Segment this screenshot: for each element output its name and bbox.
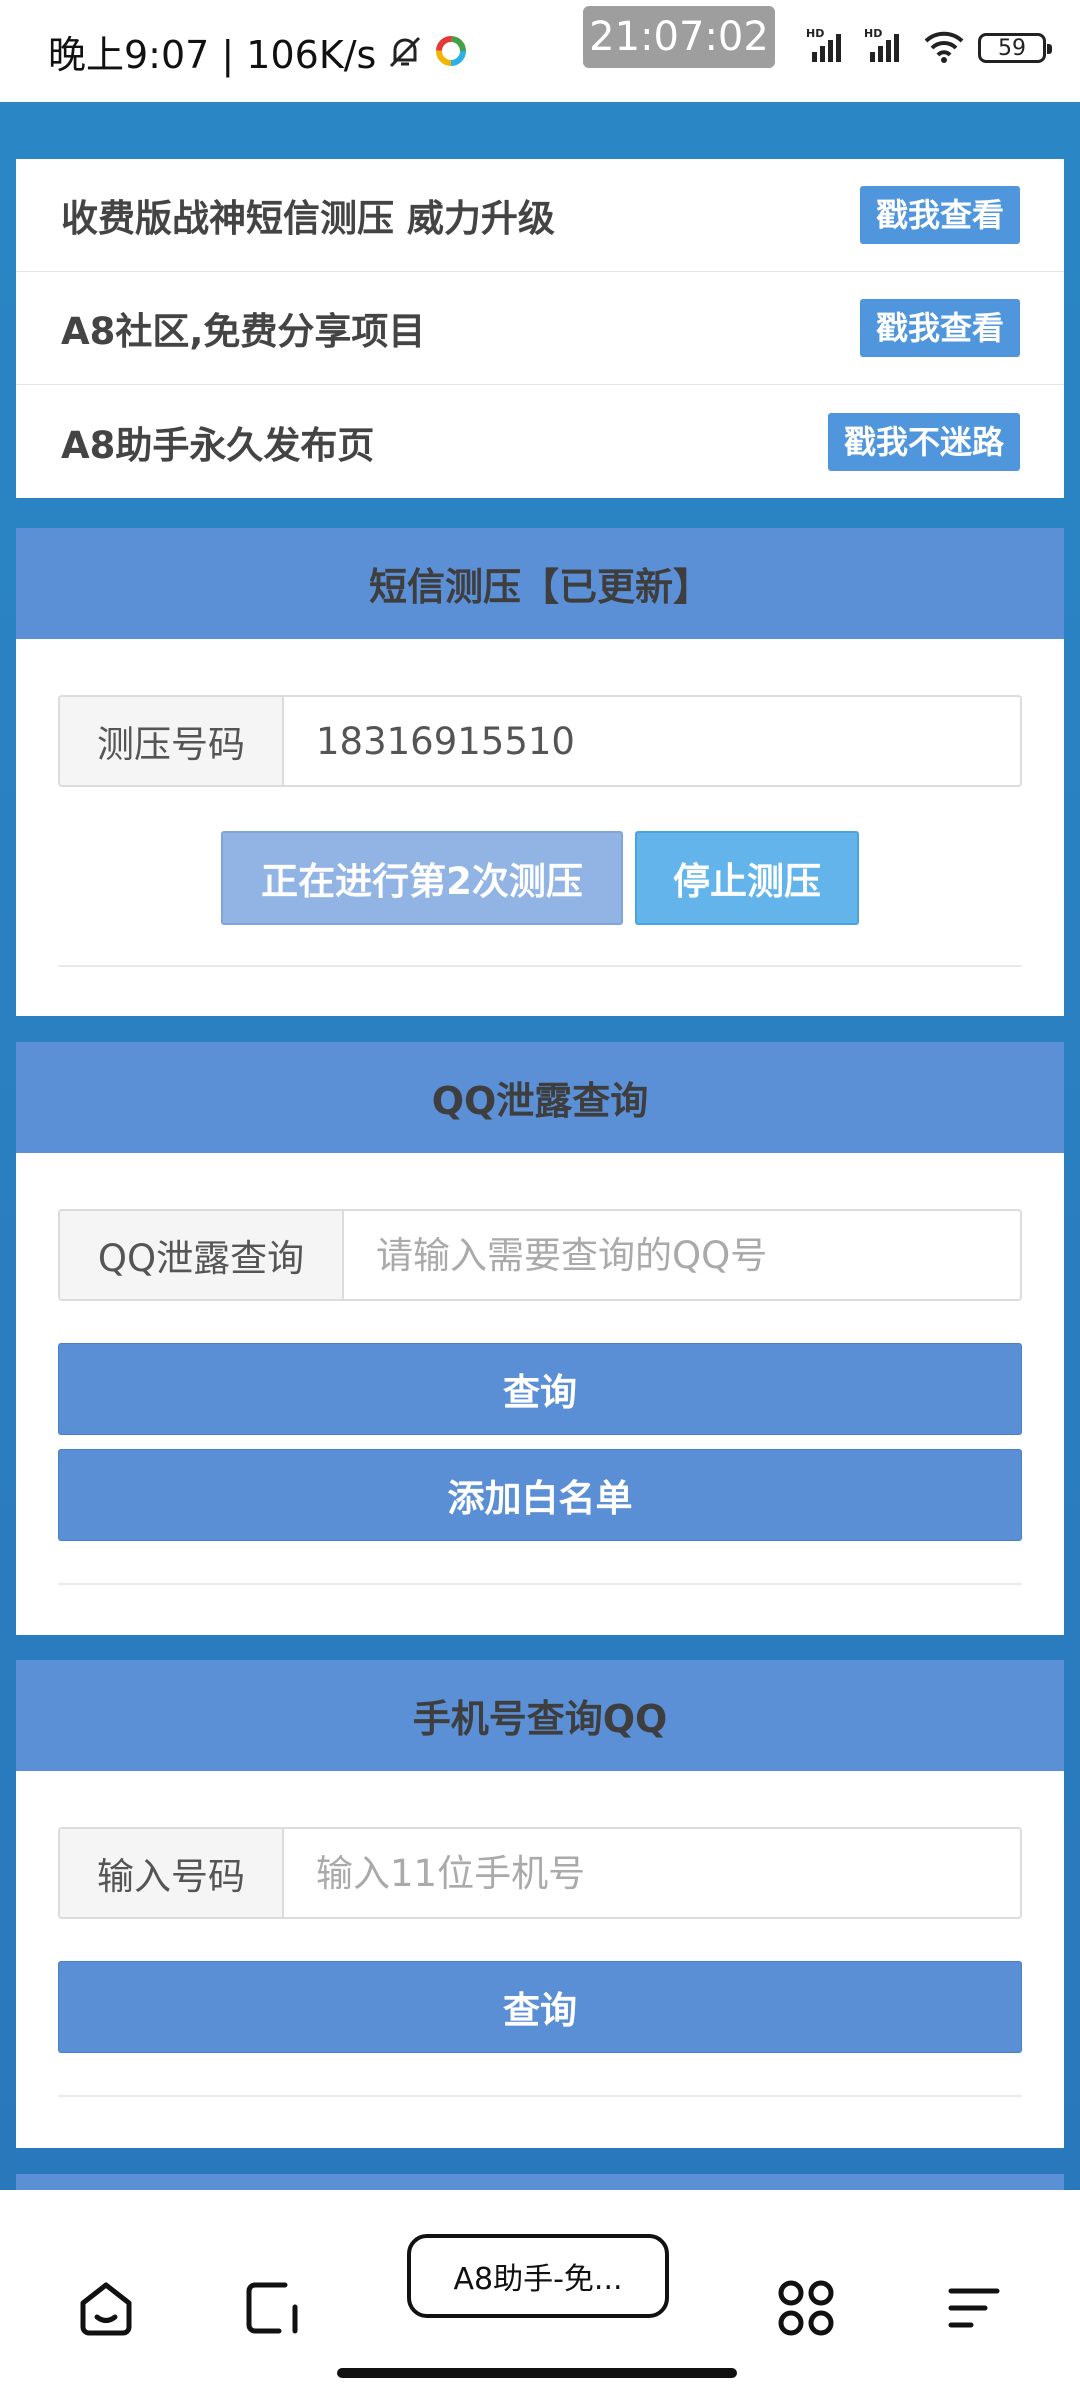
- battery-icon: 59: [978, 33, 1052, 63]
- stop-test-button[interactable]: 停止测压: [635, 831, 859, 925]
- promo-release-page-button[interactable]: 戳我不迷路: [827, 412, 1020, 471]
- input-label: 测压号码: [60, 697, 284, 785]
- tab-switch-icon[interactable]: [236, 2272, 308, 2344]
- page-background: 收费版战神短信测压 威力升级 戳我查看 A8社区,免费分享项目 戳我查看 A8助…: [0, 102, 1080, 2194]
- svg-text:HD: HD: [806, 27, 824, 40]
- panel-body: QQ泄露查询 查询 添加白名单: [16, 1153, 1064, 1585]
- apps-grid-icon[interactable]: [770, 2272, 842, 2344]
- promo-row: 收费版战神短信测压 威力升级 戳我查看: [16, 159, 1064, 272]
- promo-view-button[interactable]: 戳我查看: [859, 299, 1020, 357]
- action-buttons: 正在进行第2次测压 停止测压: [58, 831, 1022, 925]
- panel-body: 测压号码 正在进行第2次测压 停止测压: [16, 639, 1064, 967]
- promo-text: 收费版战神短信测压 威力升级: [61, 197, 555, 240]
- promo-text: A8助手永久发布页: [61, 423, 375, 467]
- status-right: HD HD 59: [806, 26, 1052, 70]
- app-notification-icon: [434, 33, 472, 71]
- promo-view-button[interactable]: 戳我查看: [859, 186, 1020, 244]
- test-phone-input[interactable]: [284, 697, 1020, 785]
- sms-test-panel: 短信测压【已更新】 测压号码 正在进行第2次测压 停止测压: [16, 528, 1064, 1016]
- browser-bottom-bar: A8助手-免...: [0, 2190, 1080, 2400]
- input-label: QQ泄露查询: [60, 1211, 344, 1299]
- add-whitelist-button[interactable]: 添加白名单: [58, 1449, 1022, 1541]
- home-icon[interactable]: [70, 2272, 142, 2344]
- qq-number-input[interactable]: [344, 1211, 1020, 1299]
- promo-card: 收费版战神短信测压 威力升级 戳我查看 A8社区,免费分享项目 戳我查看 A8助…: [16, 159, 1064, 498]
- phone-qq-panel: 手机号查询QQ 输入号码 查询: [16, 1660, 1064, 2148]
- divider: [58, 965, 1022, 967]
- phone-query-button[interactable]: 查询: [58, 1961, 1022, 2053]
- promo-row: A8社区,免费分享项目 戳我查看: [16, 272, 1064, 385]
- promo-row: A8助手永久发布页 戳我不迷路: [16, 385, 1064, 498]
- qq-input-group: QQ泄露查询: [58, 1209, 1022, 1301]
- hd-signal-icon: HD: [806, 26, 852, 70]
- panel-title: QQ泄露查询: [16, 1042, 1064, 1153]
- mobile-input-group: 输入号码: [58, 1827, 1022, 1919]
- promo-text: A8社区,免费分享项目: [61, 310, 426, 353]
- qq-query-button[interactable]: 查询: [58, 1343, 1022, 1435]
- qq-leak-panel: QQ泄露查询 QQ泄露查询 查询 添加白名单: [16, 1042, 1064, 1635]
- status-time-speed: 晚上9:07 | 106K/s: [48, 33, 377, 77]
- panel-title: 短信测压【已更新】: [16, 528, 1064, 639]
- wifi-icon: [922, 28, 966, 68]
- input-label: 输入号码: [60, 1829, 284, 1917]
- hd-signal-icon: HD: [864, 26, 910, 70]
- battery-level: 59: [998, 35, 1026, 61]
- progress-status-button[interactable]: 正在进行第2次测压: [221, 831, 623, 925]
- status-bar: 晚上9:07 | 106K/s 21:07:02 HD HD 59: [0, 0, 1080, 102]
- divider: [58, 1583, 1022, 1585]
- status-left: 晚上9:07 | 106K/s: [48, 24, 472, 79]
- menu-icon[interactable]: [938, 2272, 1010, 2344]
- current-tab[interactable]: A8助手-免...: [407, 2234, 669, 2318]
- mobile-number-input[interactable]: [284, 1829, 1020, 1917]
- svg-text:HD: HD: [864, 27, 882, 40]
- panel-body: 输入号码 查询: [16, 1771, 1064, 2097]
- phone-input-group: 测压号码: [58, 695, 1022, 787]
- divider: [58, 2095, 1022, 2097]
- panel-title: 手机号查询QQ: [16, 1660, 1064, 1771]
- home-indicator[interactable]: [337, 2368, 737, 2378]
- screenshot-time-pill: 21:07:02: [583, 6, 775, 68]
- mute-bell-icon: [386, 33, 424, 71]
